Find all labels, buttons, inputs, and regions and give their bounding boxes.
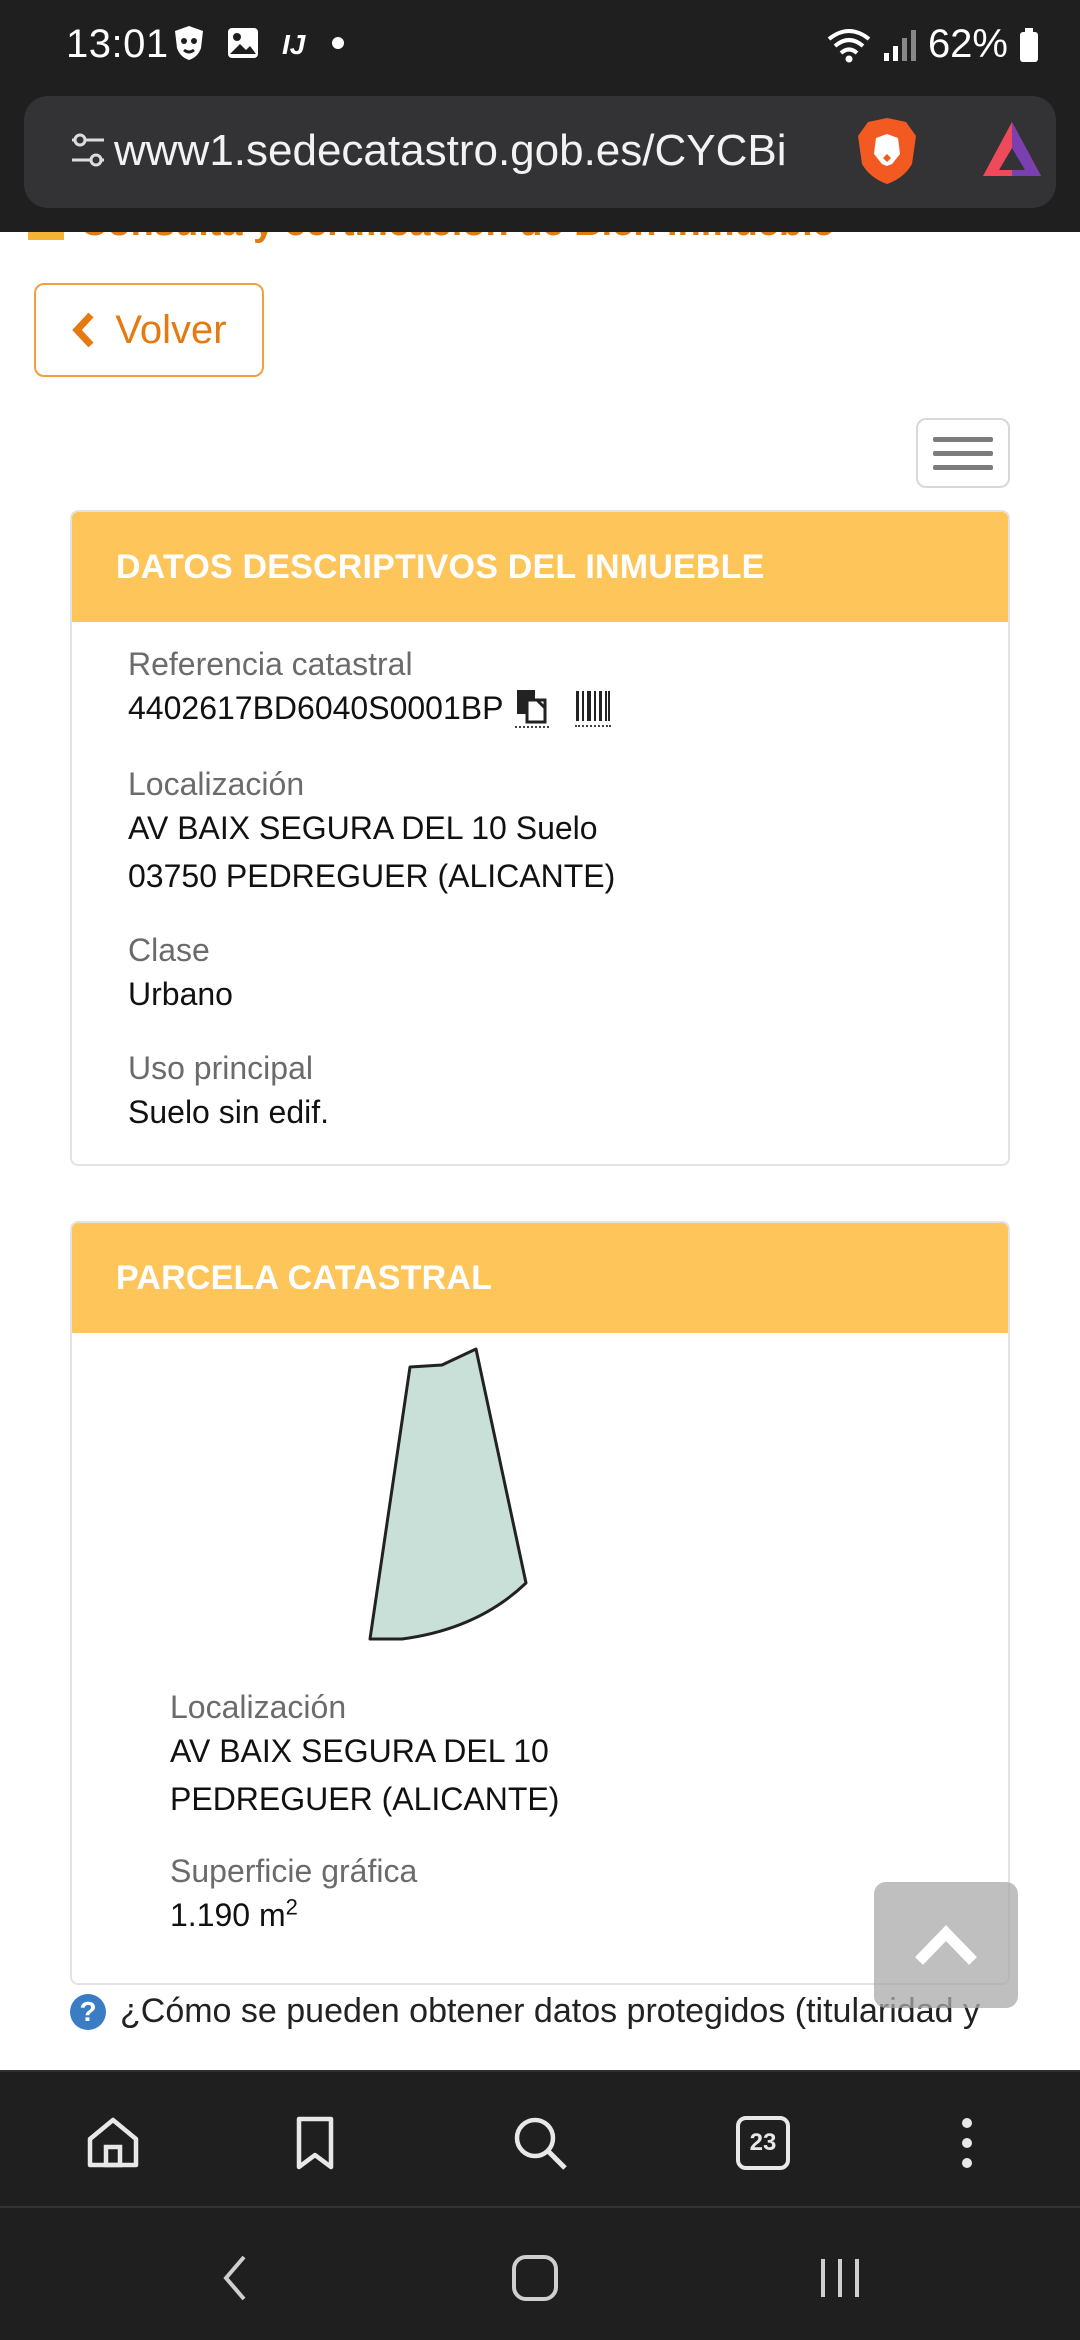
hamburger-line: [933, 436, 993, 442]
svg-text:IJ: IJ: [282, 29, 307, 60]
status-system-icons: 62%: [826, 22, 1040, 67]
browser-address-area: www1.sedecatastro.gob.es/CYCBi: [0, 96, 1080, 232]
use-value: Suelo sin edif.: [128, 1094, 330, 1130]
back-button-label: Volver: [115, 307, 227, 352]
shield-lion-icon: [175, 26, 203, 60]
brave-rewards-icon[interactable]: [979, 118, 1045, 184]
more-menu-button[interactable]: [932, 2108, 1002, 2178]
page-header: Consulta y certificación de Bien Inmuebl…: [28, 232, 834, 245]
parcel-location-label: Localización: [170, 1689, 347, 1725]
status-time: 13:01: [66, 22, 169, 66]
surface-number: 1.190 m: [170, 1897, 286, 1933]
location-line2: 03750 PEDREGUER (ALICANTE): [128, 858, 616, 894]
chevron-left-icon: [72, 312, 94, 348]
web-page: Consulta y certificación de Bien Inmuebl…: [0, 232, 1080, 2070]
card-header: PARCELA CATASTRAL: [72, 1223, 1008, 1333]
browser-toolbar: 23: [0, 2070, 1080, 2206]
search-icon: [514, 2117, 567, 2170]
address-bar[interactable]: www1.sedecatastro.gob.es/CYCBi: [24, 96, 1056, 208]
back-button[interactable]: Volver: [34, 283, 264, 377]
location-line1: AV BAIX SEGURA DEL 10 Suelo: [128, 810, 598, 846]
cadastral-parcel-card: PARCELA CATASTRAL Localización AV BAIX S…: [70, 1221, 1010, 1985]
class-label: Clase: [128, 932, 210, 968]
parcel-shape[interactable]: [362, 1343, 622, 1703]
parcel-location-field: Localización AV BAIX SEGURA DEL 10 PEDRE…: [170, 1687, 559, 1823]
system-navigation-bar: [0, 2206, 1080, 2340]
question-icon: ?: [70, 1993, 106, 2030]
protected-data-help-link[interactable]: ? ¿Cómo se pueden obtener datos protegid…: [70, 1992, 980, 2031]
nav-recents-button[interactable]: [805, 2248, 875, 2308]
ref-row: 4402617BD6040S0001BP: [128, 684, 612, 732]
copy-ref-button[interactable]: [515, 688, 550, 728]
location-label: Localización: [128, 766, 305, 802]
ref-field: Referencia catastral 4402617BD6040S0001B…: [128, 644, 612, 732]
use-field: Uso principal Suelo sin edif.: [128, 1048, 329, 1136]
barcode-icon: [576, 691, 611, 721]
home-icon: [87, 2117, 139, 2168]
chevron-up-icon: [915, 1925, 977, 1965]
signal-icon: [883, 29, 916, 61]
nav-back-button[interactable]: [200, 2248, 270, 2308]
bookmarks-button[interactable]: [280, 2108, 350, 2178]
descriptive-data-card: DATOS DESCRIPTIVOS DEL INMUEBLE Referenc…: [70, 510, 1010, 1166]
home-square-icon: [512, 2255, 558, 2301]
nav-home-button[interactable]: [500, 2248, 570, 2308]
ref-label: Referencia catastral: [128, 646, 413, 682]
back-arrow-icon: [223, 2255, 246, 2301]
hamburger-line: [933, 464, 993, 470]
barcode-button[interactable]: [575, 689, 612, 727]
battery-icon: [1020, 27, 1038, 62]
ref-value: 4402617BD6040S0001BP: [128, 690, 504, 726]
status-notification-icons: IJ: [172, 24, 346, 62]
search-button[interactable]: [505, 2108, 575, 2178]
parcel-location-line1: AV BAIX SEGURA DEL 10: [170, 1733, 549, 1769]
wifi-icon: [827, 28, 871, 62]
card-title: PARCELA CATASTRAL: [116, 1258, 493, 1297]
page-title: Consulta y certificación de Bien Inmuebl…: [80, 232, 834, 244]
home-button[interactable]: [78, 2108, 148, 2178]
surface-label: Superficie gráfica: [170, 1853, 418, 1889]
battery-percentage: 62%: [927, 22, 1008, 66]
brave-shields-icon[interactable]: [854, 114, 920, 188]
scroll-to-top-button[interactable]: [874, 1882, 1018, 2008]
surface-value: 1.190 m2: [170, 1891, 417, 1939]
image-icon: [228, 28, 258, 58]
ij-icon: IJ: [282, 29, 307, 60]
status-bar: 13:01 IJ 62%: [0, 0, 1080, 96]
url-text[interactable]: www1.sedecatastro.gob.es/CYCBi: [114, 126, 834, 176]
surface-exponent: 2: [285, 1894, 298, 1920]
dot-icon: [332, 37, 344, 49]
site-settings-icon[interactable]: [68, 130, 108, 170]
more-vertical-icon: [962, 2118, 972, 2168]
class-field: Clase Urbano: [128, 930, 233, 1018]
card-header: DATOS DESCRIPTIVOS DEL INMUEBLE: [72, 512, 1008, 622]
card-title: DATOS DESCRIPTIVOS DEL INMUEBLE: [116, 547, 765, 586]
class-value: Urbano: [128, 976, 233, 1012]
help-link-text[interactable]: ¿Cómo se pueden obtener datos protegidos…: [120, 1992, 980, 2031]
parcel-location-line2: PEDREGUER (ALICANTE): [170, 1781, 560, 1817]
menu-toggle-button[interactable]: [916, 418, 1010, 488]
tab-count: 23: [736, 2116, 790, 2170]
use-label: Uso principal: [128, 1050, 313, 1086]
copy-icon: [517, 690, 547, 724]
tabs-button[interactable]: 23: [728, 2108, 798, 2178]
ref-actions: [515, 688, 612, 728]
bookmark-icon: [296, 2116, 334, 2170]
recents-icon: [821, 2259, 859, 2297]
location-field: Localización AV BAIX SEGURA DEL 10 Suelo…: [128, 764, 615, 900]
hamburger-line: [933, 450, 993, 456]
surface-field: Superficie gráfica 1.190 m2: [170, 1851, 417, 1939]
header-icon: [28, 232, 64, 240]
